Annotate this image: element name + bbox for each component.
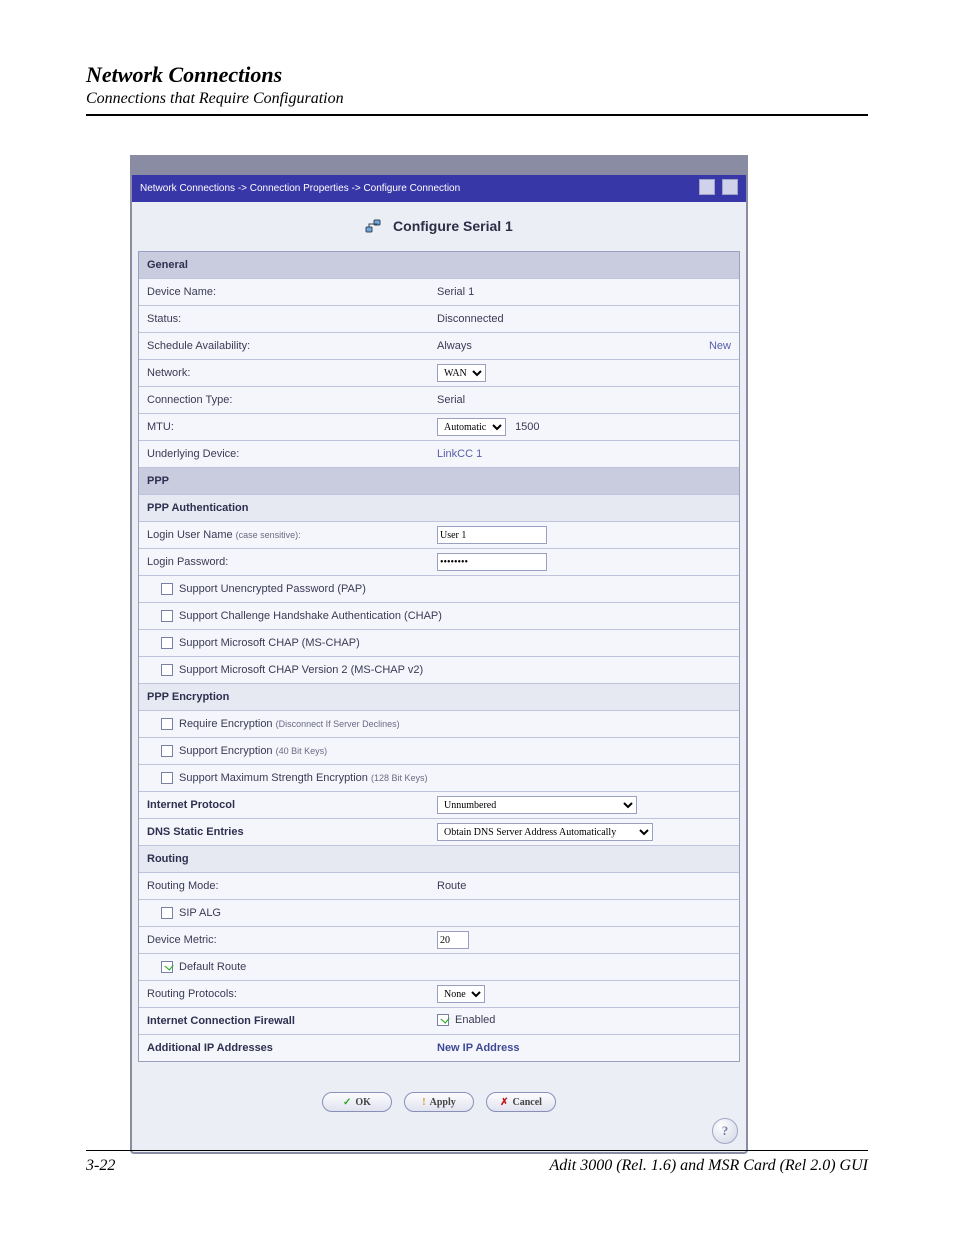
button-row: ✓OK !Apply ✗Cancel [132, 1070, 746, 1152]
titlebar-icon-1[interactable] [699, 179, 715, 195]
label-mtu: MTU: [147, 421, 437, 433]
settings-panel: General Device Name: Serial 1 Status: Di… [138, 251, 740, 1062]
row-enc128: Support Maximum Strength Encryption (128… [139, 764, 739, 791]
section-ppp-enc: PPP Encryption [139, 683, 739, 710]
row-routing-mode: Routing Mode: Route [139, 872, 739, 899]
label-device-metric: Device Metric: [147, 934, 437, 946]
default-route-checkbox[interactable]: Default Route [161, 961, 246, 973]
label-login-user: Login User Name (case sensitive): [147, 529, 437, 541]
label-login-pass: Login Password: [147, 556, 437, 568]
exclaim-icon: ! [422, 1097, 425, 1108]
cancel-button[interactable]: ✗Cancel [486, 1092, 556, 1112]
value-device-name: Serial 1 [437, 286, 731, 298]
row-mschap: Support Microsoft CHAP (MS-CHAP) [139, 629, 739, 656]
row-mschap2: Support Microsoft CHAP Version 2 (MS-CHA… [139, 656, 739, 683]
label-internet-protocol: Internet Protocol [147, 799, 437, 811]
row-sip-alg: SIP ALG [139, 899, 739, 926]
row-chap: Support Challenge Handshake Authenticati… [139, 602, 739, 629]
value-conn-type: Serial [437, 394, 731, 406]
row-additional-ip: Additional IP Addresses New IP Address [139, 1034, 739, 1061]
mschap-checkbox[interactable]: Support Microsoft CHAP (MS-CHAP) [161, 637, 360, 649]
row-enc40: Support Encryption (40 Bit Keys) [139, 737, 739, 764]
configure-connection-window: Network Connections -> Connection Proper… [130, 155, 748, 1154]
device-metric-input[interactable] [437, 931, 469, 949]
label-underlying: Underlying Device: [147, 448, 437, 460]
row-login-pass: Login Password: [139, 548, 739, 575]
x-icon: ✗ [500, 1097, 508, 1108]
label-firewall: Internet Connection Firewall [147, 1015, 437, 1027]
label-routing-mode: Routing Mode: [147, 880, 437, 892]
row-schedule: Schedule Availability: Always New [139, 332, 739, 359]
pap-checkbox[interactable]: Support Unencrypted Password (PAP) [161, 583, 366, 595]
sip-alg-checkbox[interactable]: SIP ALG [161, 907, 221, 919]
label-status: Status: [147, 313, 437, 325]
window-title: Configure Serial 1 [393, 218, 513, 234]
login-user-input[interactable] [437, 526, 547, 544]
row-dns: DNS Static Entries Obtain DNS Server Add… [139, 818, 739, 845]
underlying-device-link[interactable]: LinkCC 1 [437, 448, 731, 460]
check-icon: ✓ [343, 1097, 351, 1108]
value-status: Disconnected [437, 313, 731, 325]
ok-button[interactable]: ✓OK [322, 1092, 392, 1112]
row-mtu: MTU: Automatic 1500 [139, 413, 739, 440]
apply-button[interactable]: !Apply [404, 1092, 474, 1112]
new-ip-address-link[interactable]: New IP Address [437, 1042, 520, 1054]
require-encryption-checkbox[interactable]: Require Encryption (Disconnect If Server… [161, 718, 400, 730]
row-conn-type: Connection Type: Serial [139, 386, 739, 413]
label-routing-proto: Routing Protocols: [147, 988, 437, 1000]
row-default-route: Default Route [139, 953, 739, 980]
row-routing-proto: Routing Protocols: None [139, 980, 739, 1007]
dns-select[interactable]: Obtain DNS Server Address Automatically [437, 823, 653, 841]
label-additional-ip: Additional IP Addresses [147, 1042, 437, 1054]
header-rule [86, 114, 868, 116]
label-conn-type: Connection Type: [147, 394, 437, 406]
row-internet-protocol: Internet Protocol Unnumbered [139, 791, 739, 818]
breadcrumb-bar: Network Connections -> Connection Proper… [132, 175, 746, 202]
page-title: Network Connections [86, 62, 868, 88]
row-device-metric: Device Metric: [139, 926, 739, 953]
mtu-value: 1500 [515, 421, 539, 433]
label-schedule: Schedule Availability: [147, 340, 437, 352]
section-general: General [139, 252, 739, 278]
mschap2-checkbox[interactable]: Support Microsoft CHAP Version 2 (MS-CHA… [161, 664, 423, 676]
titlebar-icon-2[interactable] [722, 179, 738, 195]
section-ppp-auth: PPP Authentication [139, 494, 739, 521]
new-schedule-link[interactable]: New [709, 340, 731, 352]
serial-connection-icon [365, 218, 381, 237]
encryption-128-checkbox[interactable]: Support Maximum Strength Encryption (128… [161, 772, 428, 784]
login-pass-input[interactable] [437, 553, 547, 571]
internet-protocol-select[interactable]: Unnumbered [437, 796, 637, 814]
breadcrumb-text: Network Connections -> Connection Proper… [140, 183, 460, 194]
label-device-name: Device Name: [147, 286, 437, 298]
firewall-enabled-checkbox[interactable]: Enabled [437, 1014, 495, 1026]
help-button[interactable]: ? [712, 1118, 738, 1144]
titlebar-icons [695, 179, 738, 198]
section-routing: Routing [139, 845, 739, 872]
value-routing-mode: Route [437, 880, 731, 892]
chap-checkbox[interactable]: Support Challenge Handshake Authenticati… [161, 610, 442, 622]
page-number: 3-22 [86, 1157, 115, 1175]
row-underlying: Underlying Device: LinkCC 1 [139, 440, 739, 467]
encryption-40-checkbox[interactable]: Support Encryption (40 Bit Keys) [161, 745, 327, 757]
row-device-name: Device Name: Serial 1 [139, 278, 739, 305]
routing-proto-select[interactable]: None [437, 985, 485, 1003]
row-network: Network: WAN [139, 359, 739, 386]
label-dns: DNS Static Entries [147, 826, 437, 838]
value-schedule: Always [437, 340, 709, 352]
row-firewall: Internet Connection Firewall Enabled [139, 1007, 739, 1034]
row-pap: Support Unencrypted Password (PAP) [139, 575, 739, 602]
page-subtitle: Connections that Require Configuration [86, 90, 868, 108]
mtu-mode-select[interactable]: Automatic [437, 418, 506, 436]
section-ppp: PPP [139, 467, 739, 494]
row-status: Status: Disconnected [139, 305, 739, 332]
network-select[interactable]: WAN [437, 364, 486, 382]
window-title-row: Configure Serial 1 [132, 202, 746, 251]
row-reqenc: Require Encryption (Disconnect If Server… [139, 710, 739, 737]
row-login-user: Login User Name (case sensitive): [139, 521, 739, 548]
product-footer: Adit 3000 (Rel. 1.6) and MSR Card (Rel 2… [550, 1157, 868, 1175]
label-network: Network: [147, 367, 437, 379]
